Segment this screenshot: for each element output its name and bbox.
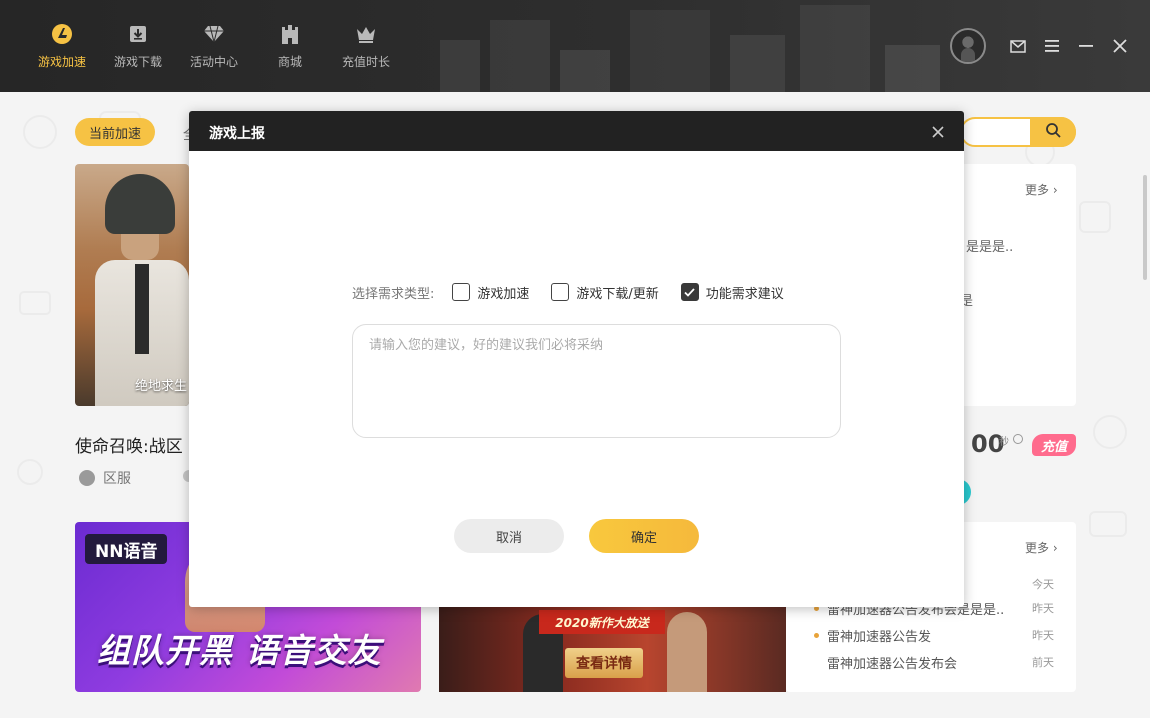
checkbox-unchecked[interactable] <box>452 283 471 301</box>
option-label: 功能需求建议 <box>705 286 784 302</box>
window-controls <box>950 0 1130 92</box>
nav-shop[interactable]: 商城 <box>252 0 328 92</box>
minimize-icon[interactable] <box>1076 36 1096 56</box>
nav-label: 商城 <box>277 55 302 69</box>
nav-recharge-time[interactable]: 充值时长 <box>328 0 404 92</box>
request-type-label: 选择需求类型: <box>352 286 435 302</box>
option-feature-suggestion[interactable]: 功能需求建议 <box>680 283 784 302</box>
nav-label: 游戏下载 <box>113 55 162 69</box>
option-label: 游戏下载/更新 <box>576 286 659 302</box>
option-label: 游戏加速 <box>477 286 530 302</box>
crown-icon <box>354 22 378 46</box>
checkbox-checked[interactable] <box>680 283 699 301</box>
dialog-header: 游戏上报 <box>189 111 964 151</box>
top-navigation-bar: 游戏加速 游戏下载 活动中心 商城 充值时长 <box>0 0 1150 92</box>
checkbox-unchecked[interactable] <box>551 283 570 301</box>
castle-icon <box>278 22 302 46</box>
suggestion-textarea[interactable] <box>352 324 841 438</box>
nav-game-accelerate[interactable]: 游戏加速 <box>24 0 100 92</box>
dialog-title: 游戏上报 <box>209 126 265 142</box>
mail-icon[interactable] <box>1008 36 1028 56</box>
menu-icon[interactable] <box>1042 36 1062 56</box>
close-icon[interactable] <box>932 123 948 139</box>
download-box-icon <box>126 22 150 46</box>
nav-activity-center[interactable]: 活动中心 <box>176 0 252 92</box>
request-type-group: 选择需求类型: 游戏加速 游戏下载/更新 功能需求建议 <box>352 282 806 302</box>
user-avatar[interactable] <box>950 28 986 64</box>
speed-logo-icon <box>50 22 74 46</box>
check-icon <box>684 287 695 297</box>
confirm-button[interactable]: 确定 <box>589 519 699 553</box>
cancel-button[interactable]: 取消 <box>454 519 564 553</box>
option-game-accelerate[interactable]: 游戏加速 <box>452 283 529 302</box>
nav-game-download[interactable]: 游戏下载 <box>100 0 176 92</box>
nav-label: 充值时长 <box>341 55 390 69</box>
game-report-dialog: 游戏上报 选择需求类型: 游戏加速 游戏下载/更新 功能需求建议 取消 确定 <box>189 111 964 607</box>
close-icon[interactable] <box>1110 36 1130 56</box>
option-game-download-update[interactable]: 游戏下载/更新 <box>551 283 659 302</box>
city-skyline-decoration <box>440 5 940 92</box>
nav-label: 游戏加速 <box>37 55 86 69</box>
main-nav: 游戏加速 游戏下载 活动中心 商城 充值时长 <box>24 0 404 92</box>
diamond-icon <box>202 22 226 46</box>
nav-label: 活动中心 <box>189 55 238 69</box>
